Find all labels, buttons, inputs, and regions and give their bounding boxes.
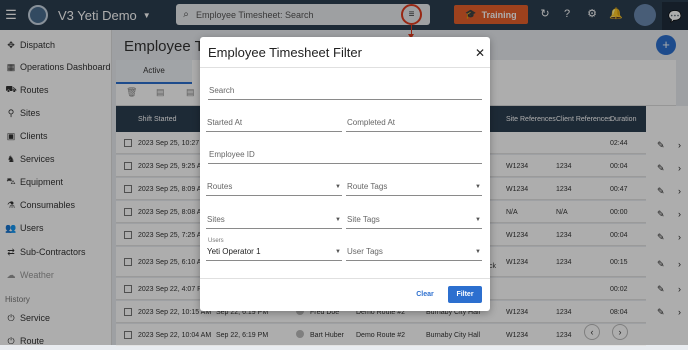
users-select[interactable]: Yeti Operator 1 ▼ [206, 243, 342, 261]
divider [200, 278, 490, 279]
site-tags-select[interactable]: Site Tags ▼ [346, 211, 482, 229]
field-label: Search [209, 86, 235, 95]
route-tags-select[interactable]: Route Tags ▼ [346, 178, 482, 196]
field-label: Sites [207, 215, 225, 224]
chevron-down-icon: ▼ [335, 249, 341, 255]
search-field[interactable]: Search [208, 82, 482, 100]
field-label: Site Tags [347, 215, 380, 224]
clear-button[interactable]: Clear [410, 286, 440, 303]
sites-select[interactable]: Sites ▼ [206, 211, 342, 229]
user-tags-select[interactable]: User Tags ▼ [346, 243, 482, 261]
chevron-down-icon: ▼ [475, 184, 481, 190]
field-label: Route Tags [347, 182, 388, 191]
employee-id-field[interactable]: Employee ID [208, 146, 482, 164]
field-label: Employee ID [209, 150, 255, 159]
chevron-down-icon: ▼ [335, 184, 341, 190]
field-value: Yeti Operator 1 [207, 247, 261, 256]
chevron-down-icon: ▼ [335, 217, 341, 223]
divider [200, 67, 490, 68]
routes-select[interactable]: Routes ▼ [206, 178, 342, 196]
dialog-title: Employee Timesheet Filter [208, 45, 362, 60]
completed-at-field[interactable]: Completed At [346, 114, 482, 132]
field-label: Completed At [347, 118, 396, 127]
chevron-down-icon: ▼ [475, 249, 481, 255]
field-label: User Tags [347, 247, 383, 256]
chevron-down-icon: ▼ [475, 217, 481, 223]
close-icon[interactable]: ✕ [475, 46, 485, 60]
field-label: Started At [207, 118, 243, 127]
filter-dialog: Employee Timesheet Filter ✕ Search Start… [200, 37, 490, 311]
field-label: Routes [207, 182, 233, 191]
started-at-field[interactable]: Started At [206, 114, 342, 132]
filter-button[interactable]: Filter [448, 286, 482, 303]
